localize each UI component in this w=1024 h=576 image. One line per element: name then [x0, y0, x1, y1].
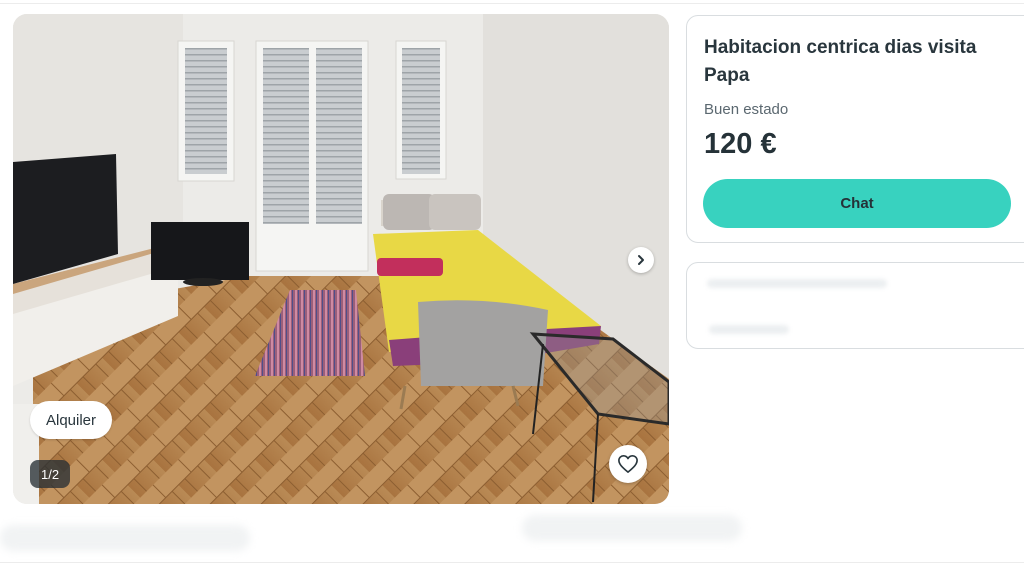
listing-photo[interactable]	[13, 14, 669, 504]
seller-card[interactable]	[686, 262, 1024, 349]
chat-button[interactable]: Chat	[703, 179, 1011, 228]
listing-title: Habitacion centrica dias visita Papa	[704, 37, 977, 86]
heart-outline-icon	[618, 455, 638, 473]
category-tag: Alquiler	[30, 401, 113, 439]
blurred-content	[522, 515, 742, 541]
listing-price: 120 €	[704, 128, 777, 160]
top-divider	[0, 3, 1024, 4]
item-condition: Buen estado	[704, 101, 789, 118]
bottom-divider	[0, 562, 1024, 563]
favorite-button[interactable]	[609, 445, 647, 483]
photo-counter: 1/2	[30, 460, 71, 488]
blurred-content	[0, 525, 250, 551]
blurred-content	[707, 279, 887, 288]
photo-gallery[interactable]: Alquiler 1/2	[13, 14, 669, 504]
listing-info-card: Habitacion centrica dias visita Papa Bue…	[686, 15, 1024, 243]
blurred-content	[709, 325, 789, 334]
chevron-right-icon	[638, 255, 644, 265]
next-photo-button[interactable]	[628, 247, 654, 273]
